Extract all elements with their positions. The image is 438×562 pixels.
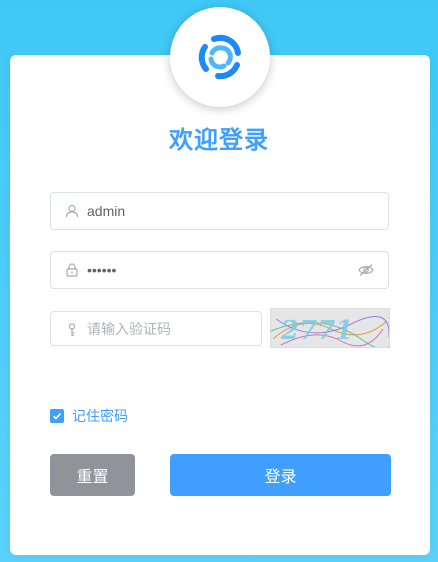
lock-icon	[66, 263, 78, 277]
password-field[interactable]	[50, 251, 389, 289]
remember-password-label: 记住密码	[72, 409, 128, 425]
password-input[interactable]	[87, 252, 357, 288]
captcha-image[interactable]: 2771	[270, 308, 390, 348]
eye-icon[interactable]	[358, 263, 374, 277]
user-icon	[65, 204, 79, 218]
remember-password-checkbox[interactable]: 记住密码	[50, 406, 128, 426]
captcha-input[interactable]	[87, 312, 247, 345]
username-field[interactable]	[50, 192, 389, 230]
login-button[interactable]: 登录	[170, 454, 391, 496]
app-logo	[170, 7, 270, 107]
checkbox-checked-icon[interactable]	[50, 409, 64, 423]
captcha-text: 2771	[280, 316, 353, 346]
page-title: 欢迎登录	[169, 126, 269, 154]
key-icon	[68, 323, 76, 337]
captcha-noise-icon: 2771	[271, 316, 389, 347]
reset-button[interactable]: 重置	[50, 454, 135, 496]
username-input[interactable]	[87, 193, 357, 229]
captcha-field[interactable]	[50, 311, 262, 346]
logo-swirl-icon	[198, 34, 241, 80]
